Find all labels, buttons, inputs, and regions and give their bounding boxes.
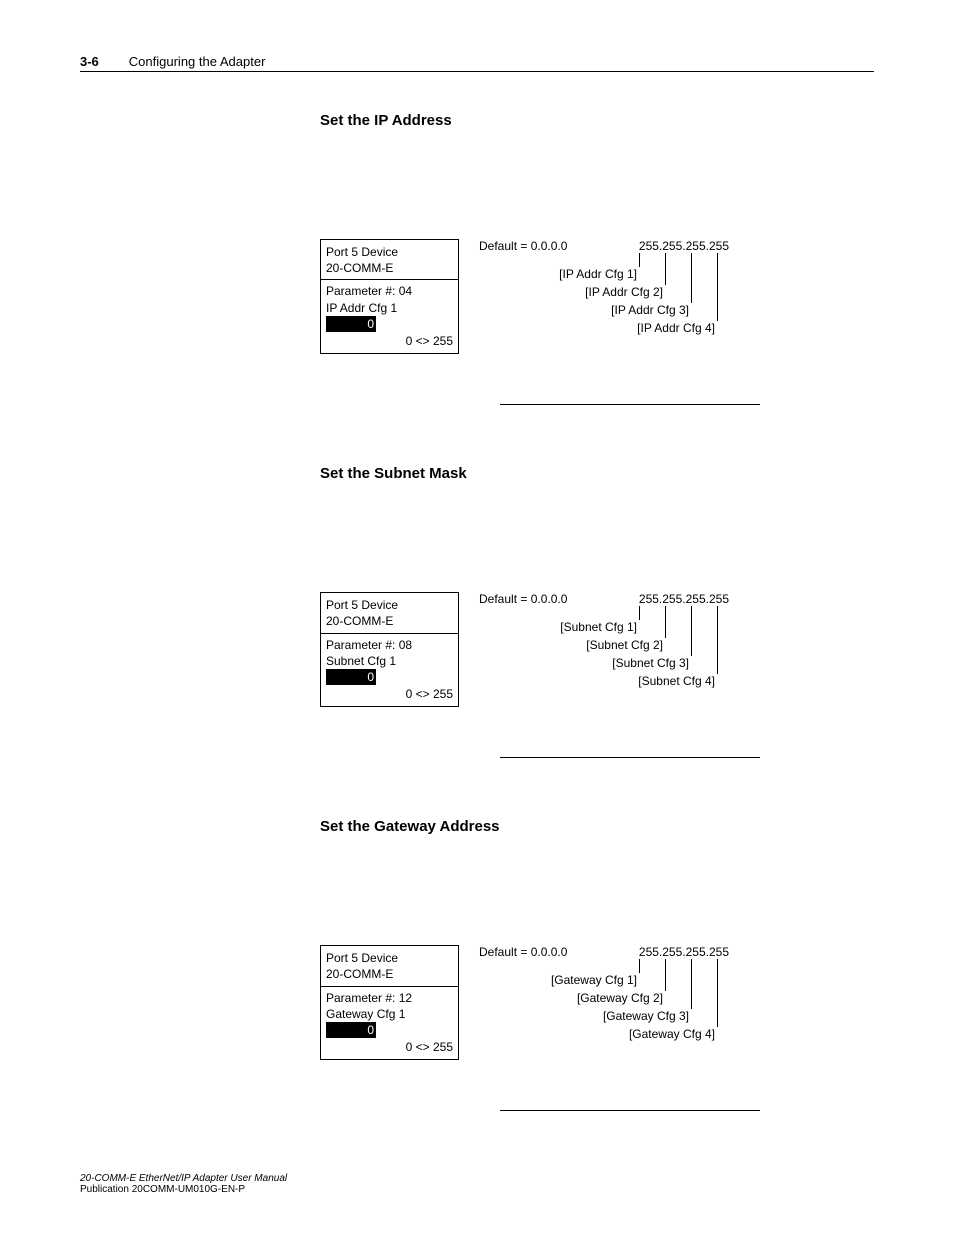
lcd-range: 0 <> 255 — [326, 333, 453, 349]
page-header: 3-6 Configuring the Adapter — [80, 54, 874, 72]
cfg-label: [Subnet Cfg 1] — [560, 620, 637, 634]
lcd-value: 0 — [326, 1022, 376, 1038]
heading-subnet-mask: Set the Subnet Mask — [320, 465, 874, 482]
cfg-label: [Subnet Cfg 3] — [612, 656, 689, 670]
cfg-label: [IP Addr Cfg 1] — [559, 267, 637, 281]
tick-line — [717, 253, 718, 321]
cfg-label: [Gateway Cfg 3] — [603, 1009, 689, 1023]
tick-line — [639, 959, 640, 973]
heading-ip-address: Set the IP Address — [320, 112, 874, 129]
tick-line — [717, 606, 718, 674]
cfg-label: [Gateway Cfg 2] — [577, 991, 663, 1005]
lcd-device: 20-COMM-E — [326, 613, 453, 629]
publication-id: Publication 20COMM-UM010G-EN-P — [80, 1184, 287, 1195]
cfg-label: [Subnet Cfg 4] — [638, 674, 715, 688]
diagram-gateway-address: Default = 0.0.0.0 255.255.255.255 [Gatew… — [479, 945, 729, 1060]
lcd-name: Gateway Cfg 1 — [326, 1006, 453, 1022]
tick-line — [691, 606, 692, 656]
page-footer: 20-COMM-E EtherNet/IP Adapter User Manua… — [80, 1173, 287, 1195]
manual-title: 20-COMM-E EtherNet/IP Adapter User Manua… — [80, 1173, 287, 1184]
cfg-label: [Subnet Cfg 2] — [586, 638, 663, 652]
ip-example: 255.255.255.255 — [639, 239, 729, 253]
tick-line — [691, 253, 692, 303]
default-label: Default = 0.0.0.0 — [479, 945, 567, 959]
lcd-ip-address: Port 5 Device 20-COMM-E Parameter #: 04 … — [320, 239, 459, 354]
lcd-range: 0 <> 255 — [326, 1039, 453, 1055]
tick-line — [665, 959, 666, 991]
tick-line — [717, 959, 718, 1027]
cfg-label: [IP Addr Cfg 2] — [585, 285, 663, 299]
lcd-param: Parameter #: 04 — [326, 283, 453, 299]
lcd-gateway-address: Port 5 Device 20-COMM-E Parameter #: 12 … — [320, 945, 459, 1060]
lcd-port: Port 5 Device — [326, 950, 453, 966]
divider — [500, 404, 760, 405]
tick-line — [665, 606, 666, 638]
lcd-subnet-mask: Port 5 Device 20-COMM-E Parameter #: 08 … — [320, 592, 459, 707]
cfg-label: [IP Addr Cfg 4] — [637, 321, 715, 335]
diagram-ip-address: Default = 0.0.0.0 255.255.255.255 [IP Ad… — [479, 239, 729, 354]
lcd-param: Parameter #: 08 — [326, 637, 453, 653]
heading-gateway-address: Set the Gateway Address — [320, 818, 874, 835]
diagram-subnet-mask: Default = 0.0.0.0 255.255.255.255 [Subne… — [479, 592, 729, 707]
default-label: Default = 0.0.0.0 — [479, 592, 567, 606]
cfg-label: [Gateway Cfg 4] — [629, 1027, 715, 1041]
lcd-value: 0 — [326, 669, 376, 685]
page-number: 3-6 — [80, 54, 99, 69]
lcd-range: 0 <> 255 — [326, 686, 453, 702]
lcd-value: 0 — [326, 316, 376, 332]
divider — [500, 1110, 760, 1111]
ip-example: 255.255.255.255 — [639, 945, 729, 959]
default-label: Default = 0.0.0.0 — [479, 239, 567, 253]
lcd-port: Port 5 Device — [326, 244, 453, 260]
tick-line — [691, 959, 692, 1009]
lcd-name: Subnet Cfg 1 — [326, 653, 453, 669]
lcd-port: Port 5 Device — [326, 597, 453, 613]
lcd-device: 20-COMM-E — [326, 966, 453, 982]
lcd-param: Parameter #: 12 — [326, 990, 453, 1006]
tick-line — [665, 253, 666, 285]
chapter-title: Configuring the Adapter — [129, 54, 266, 69]
tick-line — [639, 606, 640, 620]
cfg-label: [IP Addr Cfg 3] — [611, 303, 689, 317]
lcd-device: 20-COMM-E — [326, 260, 453, 276]
cfg-label: [Gateway Cfg 1] — [551, 973, 637, 987]
divider — [500, 757, 760, 758]
tick-line — [639, 253, 640, 267]
lcd-name: IP Addr Cfg 1 — [326, 300, 453, 316]
ip-example: 255.255.255.255 — [639, 592, 729, 606]
